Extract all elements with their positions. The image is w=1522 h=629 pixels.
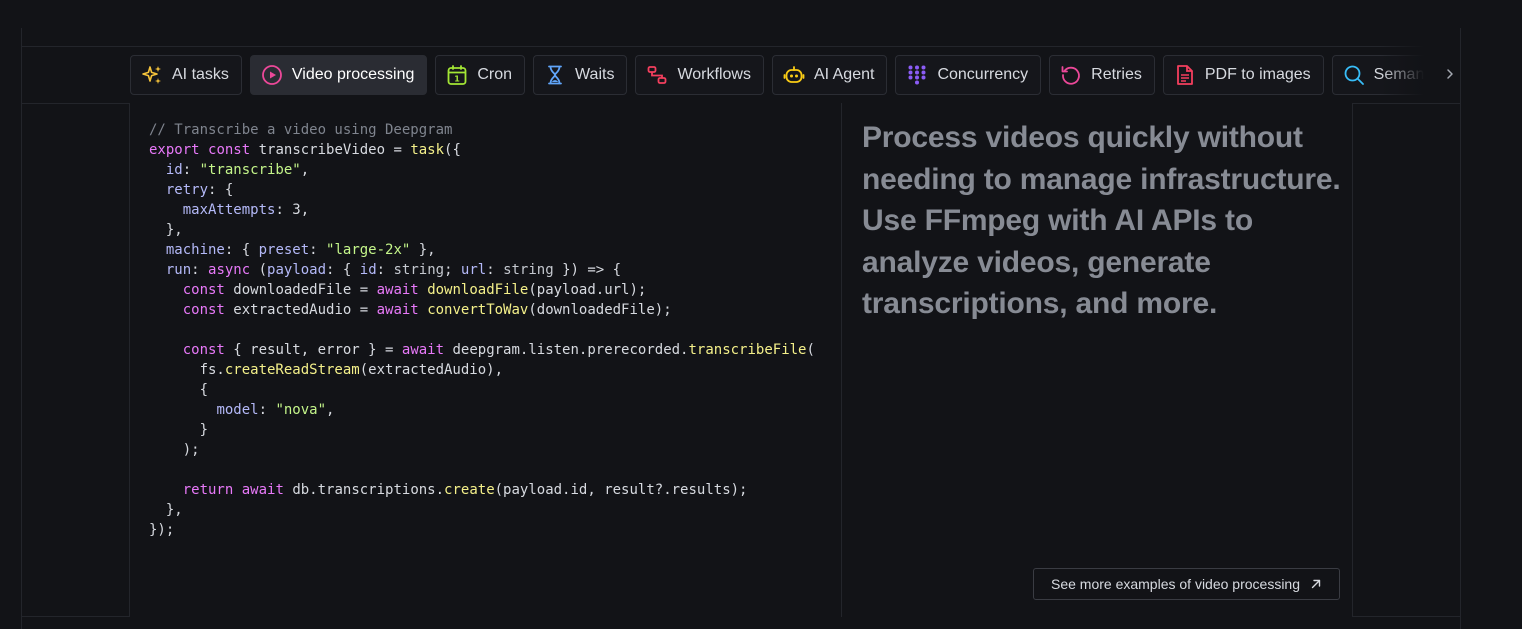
svg-text:1: 1: [455, 75, 461, 84]
calendar-icon: 1: [447, 65, 467, 85]
tab-concurrency[interactable]: Concurrency: [895, 55, 1042, 95]
code-line: maxAttempts: 3,: [182, 202, 310, 218]
code-line: machine: { preset: "large-2x" },: [165, 242, 436, 258]
code-line: const { result, error } = await deepgram…: [182, 342, 815, 358]
code-line: });: [149, 522, 175, 538]
panel-divider: [841, 103, 842, 617]
tab-label: Video processing: [291, 66, 415, 83]
see-more-examples-button[interactable]: See more examples of video processing: [1033, 568, 1340, 600]
code-line: },: [149, 502, 183, 518]
tab-waits[interactable]: Waits: [533, 55, 628, 95]
robot-icon: [783, 66, 805, 83]
tab-pdf-to-images[interactable]: PDF to images: [1162, 55, 1324, 95]
tab-label: PDF to images: [1204, 66, 1311, 83]
tab-label: Concurrency: [937, 66, 1029, 83]
code-line: model: "nova",: [216, 402, 335, 418]
arrow-up-right-icon: [1311, 579, 1321, 589]
code-line: retry: {: [165, 182, 234, 198]
code-line: export const transcribeVideo = task({: [149, 142, 461, 158]
code-line: ​: [149, 320, 839, 340]
code-line: run: async (payload: { id: string; url: …: [165, 262, 622, 278]
retry-icon: [1061, 66, 1081, 85]
chevron-right-icon[interactable]: [1444, 63, 1458, 85]
tab-label: Waits: [575, 66, 615, 83]
code-line: // Transcribe a video using Deepgram: [149, 122, 453, 138]
grid-dots-icon: [908, 65, 926, 85]
code-line: {: [149, 382, 209, 398]
search-icon: [1344, 65, 1364, 85]
code-line: }: [149, 422, 209, 438]
example-description: Process videos quickly without needing t…: [862, 121, 1341, 320]
code-line: id: "transcribe",: [165, 162, 310, 178]
tab-list: AI tasks Video processing 1 Cron Waits Workfl…: [130, 55, 1460, 95]
tab-label: Cron: [477, 66, 513, 83]
code-line: ​: [149, 460, 839, 480]
tab-label: AI tasks: [172, 66, 229, 83]
tab-cron[interactable]: 1 Cron: [435, 55, 526, 95]
see-more-label: See more examples of video processing: [1050, 576, 1301, 592]
code-line: const extractedAudio = await convertToWa…: [182, 302, 672, 318]
tab-label: Retries: [1091, 66, 1142, 83]
tab-ai-agent[interactable]: AI Agent: [771, 55, 888, 95]
code-block: // Transcribe a video using Deepgram expo…: [149, 120, 839, 540]
tab-ai-tasks[interactable]: AI tasks: [130, 55, 242, 95]
hourglass-icon: [548, 65, 562, 85]
code-line: );: [149, 442, 200, 458]
tab-video-processing[interactable]: Video processing: [249, 55, 428, 95]
play-circle-icon: [262, 65, 282, 85]
code-line: fs.createReadStream(extractedAudio),: [149, 362, 504, 378]
workflow-icon: [648, 66, 667, 84]
code-line: },: [149, 222, 183, 238]
code-line: return await db.transcriptions.create(pa…: [182, 482, 748, 498]
tab-label: AI Agent: [813, 66, 875, 83]
sparkles-icon: [142, 66, 161, 84]
example-tabs-bar: AI tasks Video processing 1 Cron Waits Workfl…: [22, 46, 1460, 103]
pdf-file-icon: [1176, 65, 1193, 85]
code-line: const downloadedFile = await downloadFil…: [182, 282, 647, 298]
tab-workflows[interactable]: Workflows: [635, 55, 764, 95]
tab-label: Workflows: [677, 66, 751, 83]
tab-retries[interactable]: Retries: [1049, 55, 1155, 95]
